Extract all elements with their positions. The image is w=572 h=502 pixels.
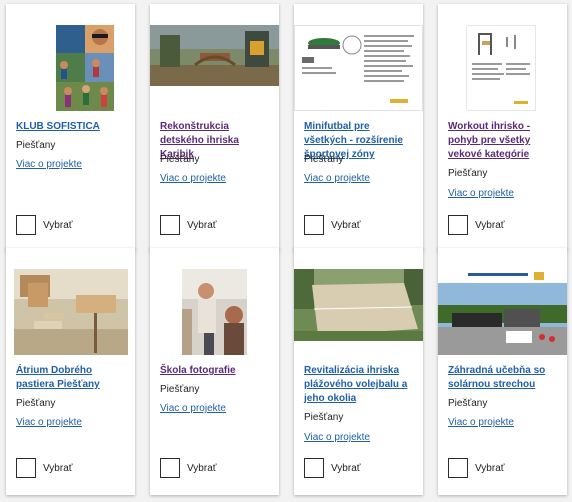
select-checkbox[interactable]: Vybrať <box>448 215 505 235</box>
checkbox-box[interactable] <box>448 458 468 478</box>
checkbox-box[interactable] <box>16 215 36 235</box>
project-card: Átrium Dobrého pastiera Piešťany Piešťan… <box>6 248 135 495</box>
project-card: Minifutbal pre všetkých - rozšírenie špo… <box>294 4 423 251</box>
select-checkbox[interactable]: Vybrať <box>304 215 361 235</box>
checkbox-box[interactable] <box>16 458 36 478</box>
project-detail-link[interactable]: Viac o projekte <box>304 432 370 444</box>
select-label: Vybrať <box>43 462 73 474</box>
checkbox-box[interactable] <box>304 215 324 235</box>
select-label: Vybrať <box>43 219 73 231</box>
select-label: Vybrať <box>331 462 361 474</box>
project-image[interactable] <box>182 269 247 355</box>
checkbox-box[interactable] <box>448 215 468 235</box>
project-image[interactable] <box>14 269 128 355</box>
project-title-link[interactable]: Škola fotografie <box>160 364 271 378</box>
project-detail-link[interactable]: Viac o projekte <box>16 417 82 429</box>
project-image[interactable] <box>150 25 279 86</box>
project-card: Škola fotografie Piešťany Viac o projekt… <box>150 248 279 495</box>
project-city: Piešťany <box>304 154 344 165</box>
checkbox-box[interactable] <box>160 215 180 235</box>
project-title-link[interactable]: Revitalizácia ihriska plážového volejbal… <box>304 364 415 406</box>
project-detail-link[interactable]: Viac o projekte <box>448 417 514 429</box>
project-title-link[interactable]: Záhradná učebňa so solárnou strechou <box>448 364 559 392</box>
select-label: Vybrať <box>331 219 361 231</box>
select-checkbox[interactable]: Vybrať <box>304 458 361 478</box>
project-city: Piešťany <box>448 168 488 179</box>
select-label: Vybrať <box>475 219 505 231</box>
project-city: Piešťany <box>304 412 344 423</box>
project-card: Rekonštrukcia detského ihriska Karibik P… <box>150 4 279 251</box>
project-card: Workout ihrisko - pohyb pre všetky vekov… <box>438 4 567 251</box>
project-detail-link[interactable]: Viac o projekte <box>304 173 370 185</box>
project-detail-link[interactable]: Viac o projekte <box>448 188 514 200</box>
project-detail-link[interactable]: Viac o projekte <box>160 173 226 185</box>
project-city: Piešťany <box>16 140 56 151</box>
project-image[interactable] <box>56 25 114 111</box>
project-image[interactable] <box>294 25 423 111</box>
project-card: Revitalizácia ihriska plážového volejbal… <box>294 248 423 495</box>
project-image[interactable] <box>438 269 567 355</box>
select-checkbox[interactable]: Vybrať <box>448 458 505 478</box>
project-city: Piešťany <box>16 398 56 409</box>
project-city: Piešťany <box>160 384 200 395</box>
select-label: Vybrať <box>187 219 217 231</box>
checkbox-box[interactable] <box>304 458 324 478</box>
project-detail-link[interactable]: Viac o projekte <box>16 159 82 171</box>
select-label: Vybrať <box>187 462 217 474</box>
project-city: Piešťany <box>448 398 488 409</box>
checkbox-box[interactable] <box>160 458 180 478</box>
select-checkbox[interactable]: Vybrať <box>16 215 73 235</box>
project-card: Záhradná učebňa so solárnou strechou Pie… <box>438 248 567 495</box>
project-city: Piešťany <box>160 154 200 165</box>
project-detail-link[interactable]: Viac o projekte <box>160 403 226 415</box>
project-card: KLUB SOFISTICA Piešťany Viac o projekte … <box>6 4 135 251</box>
project-title-link[interactable]: KLUB SOFISTICA <box>16 120 127 134</box>
select-label: Vybrať <box>475 462 505 474</box>
project-title-link[interactable]: Átrium Dobrého pastiera Piešťany <box>16 364 127 392</box>
select-checkbox[interactable]: Vybrať <box>160 215 217 235</box>
project-title-link[interactable]: Workout ihrisko - pohyb pre všetky vekov… <box>448 120 559 162</box>
project-image[interactable] <box>294 269 423 341</box>
select-checkbox[interactable]: Vybrať <box>160 458 217 478</box>
project-image[interactable] <box>466 25 536 111</box>
select-checkbox[interactable]: Vybrať <box>16 458 73 478</box>
